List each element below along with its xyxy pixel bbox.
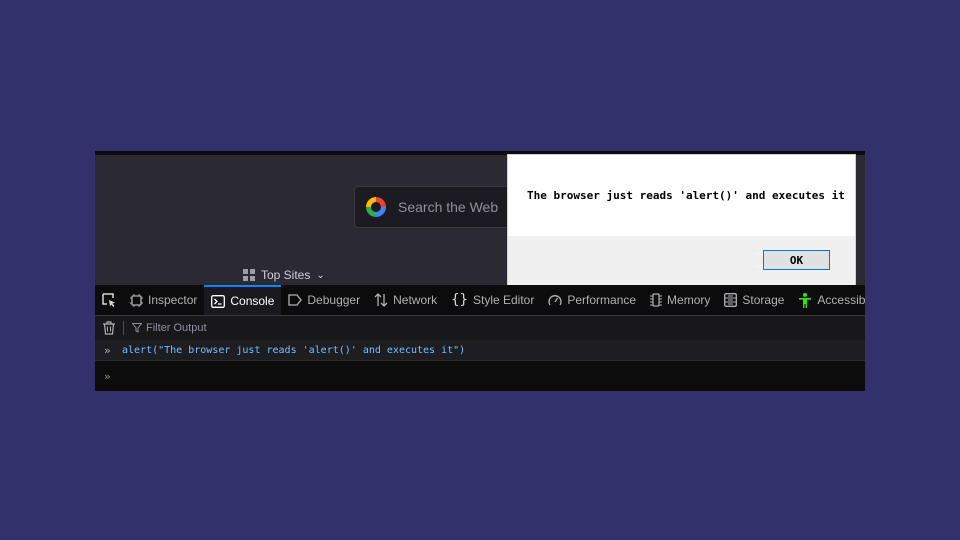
tab-inspector-label: Inspector — [148, 293, 198, 307]
google-icon — [366, 197, 386, 217]
tab-console-label: Console — [230, 294, 275, 308]
ok-button[interactable]: OK — [763, 250, 830, 270]
console-history-entry: » alert("The browser just reads 'alert()… — [95, 340, 865, 361]
tab-style-editor[interactable]: {} Style Editor — [444, 285, 541, 315]
console-command-text: alert("The browser just reads 'alert()' … — [122, 344, 466, 356]
alert-message-area: The browser just reads 'alert()' and exe… — [508, 155, 855, 236]
style-editor-icon: {} — [451, 292, 468, 308]
browser-screenshot: Search the Web Top Sites ⌄ The browser j… — [95, 151, 865, 391]
prompt-chevron-icon: » — [104, 343, 111, 357]
filter-input[interactable]: Filter Output — [132, 322, 207, 334]
console-filter-bar: Filter Output — [95, 316, 865, 341]
devtools-toolbar: Inspector Console Debugger Network {} St… — [95, 285, 865, 316]
tab-network-label: Network — [393, 293, 438, 307]
memory-icon — [650, 293, 663, 307]
filter-placeholder: Filter Output — [146, 322, 207, 334]
input-prompt-chevron-icon: » — [104, 369, 111, 383]
chevron-down-icon: ⌄ — [316, 269, 325, 281]
tab-storage-label: Storage — [742, 293, 785, 307]
console-input-line[interactable]: » — [95, 361, 865, 391]
tab-inspector[interactable]: Inspector — [123, 285, 204, 315]
trash-icon[interactable] — [103, 321, 115, 335]
grid-icon — [243, 269, 255, 281]
element-picker-button[interactable] — [95, 285, 123, 315]
element-picker-icon — [102, 293, 115, 307]
top-sites-label: Top Sites — [261, 268, 311, 282]
tab-performance[interactable]: Performance — [541, 285, 643, 315]
inspector-icon — [130, 293, 143, 307]
tab-memory[interactable]: Memory — [643, 285, 717, 315]
tab-accessibility[interactable]: Accessibility — [791, 285, 865, 315]
storage-icon — [724, 293, 738, 307]
top-sites-toggle[interactable]: Top Sites ⌄ — [243, 268, 325, 282]
performance-icon — [548, 294, 562, 305]
filter-icon — [132, 323, 142, 333]
tab-performance-label: Performance — [567, 293, 637, 307]
alert-dialog: The browser just reads 'alert()' and exe… — [508, 155, 855, 285]
tab-style-editor-label: Style Editor — [472, 293, 535, 307]
network-icon — [374, 293, 388, 307]
debugger-icon — [288, 294, 303, 306]
accessibility-icon — [799, 292, 812, 308]
filter-separator — [123, 321, 124, 335]
tab-debugger-label: Debugger — [307, 293, 361, 307]
tab-accessibility-label: Accessibility — [817, 293, 865, 307]
tab-console[interactable]: Console — [204, 285, 282, 315]
tab-memory-label: Memory — [667, 293, 711, 307]
tab-debugger[interactable]: Debugger — [281, 285, 367, 315]
search-placeholder: Search the Web — [398, 199, 499, 215]
tab-network[interactable]: Network — [367, 285, 444, 315]
console-icon — [211, 294, 226, 308]
tab-storage[interactable]: Storage — [717, 285, 791, 315]
alert-message: The browser just reads 'alert()' and exe… — [527, 189, 845, 202]
